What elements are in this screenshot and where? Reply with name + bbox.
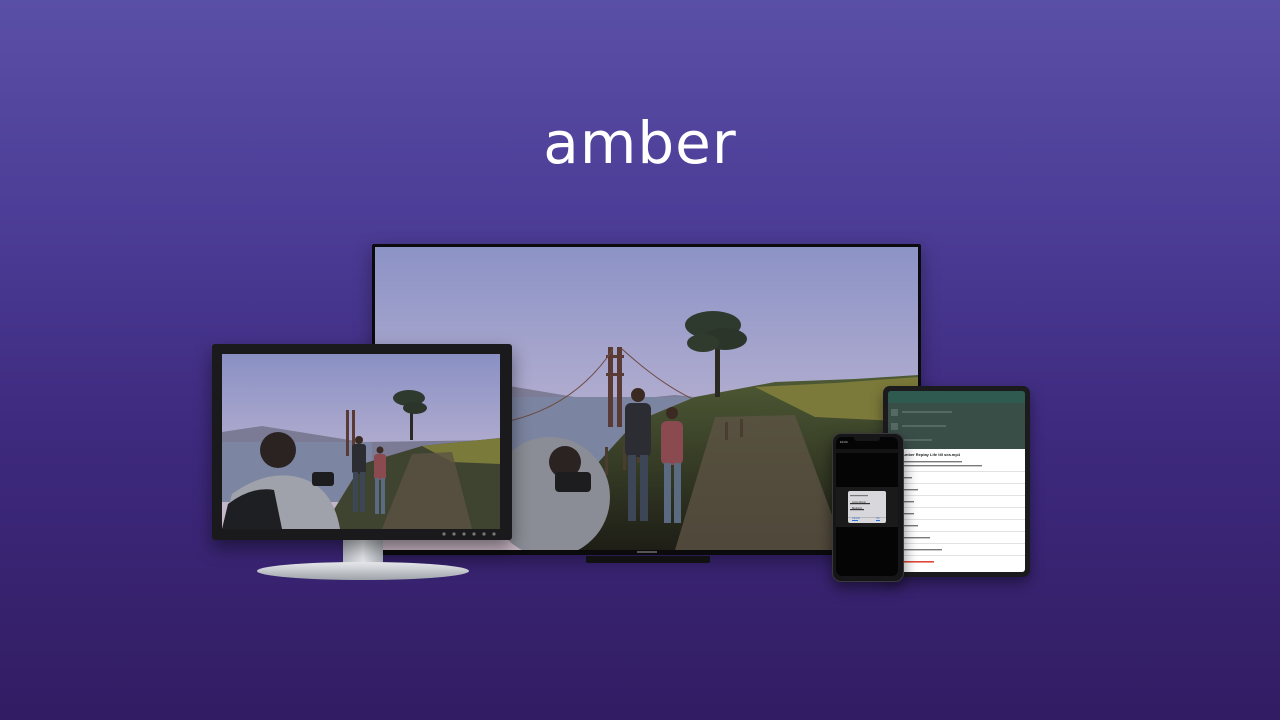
phone-status-time: 10:24 (840, 440, 848, 444)
phone-ok-button[interactable]: OK (876, 517, 880, 520)
phone-cancel-button[interactable]: Cancel (852, 517, 860, 520)
monitor-control-buttons (442, 532, 496, 536)
phone-app-ui (836, 449, 898, 527)
tablet-app-ui (888, 391, 1025, 572)
tv-stand (586, 556, 710, 563)
phone-notch (854, 437, 880, 441)
amber-logo: amber (543, 109, 737, 177)
monitor-screen (222, 354, 500, 529)
tablet-dialog-title: Amber Replay Life till sea.mp4 (902, 452, 961, 457)
monitor-landscape-image (222, 354, 500, 529)
tv-brand-strip (637, 551, 657, 553)
phone-screen: 10:24 Living Room Bedroom Cancel OK (836, 437, 898, 576)
monitor-base (257, 562, 469, 580)
phone-dialog-item-2[interactable]: Bedroom (852, 507, 862, 510)
phone-dialog-item-1[interactable]: Living Room (852, 501, 866, 504)
tablet-screen: Amber Replay Life till sea.mp4 (888, 391, 1025, 572)
